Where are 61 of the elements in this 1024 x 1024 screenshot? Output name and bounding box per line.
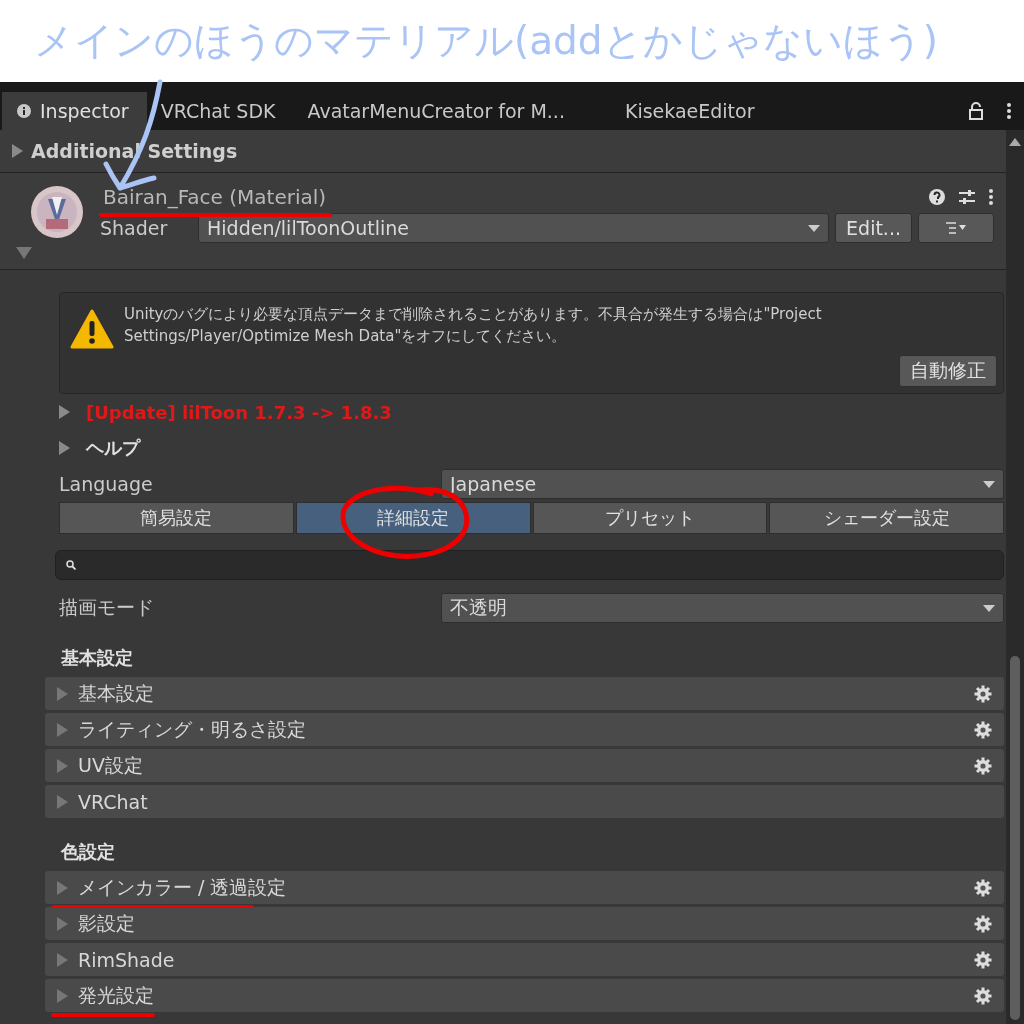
foldout-row[interactable]: RimShade	[45, 943, 1004, 976]
mode-tab[interactable]: 簡易設定	[59, 502, 294, 534]
mode-tab[interactable]: プリセット	[532, 502, 768, 534]
section-heading: 基本設定	[60, 646, 134, 670]
inspector-tab[interactable]: KisekaeEditor	[610, 92, 773, 130]
warning-text: Unityのバグにより必要な頂点データまで削除されることがあります。不具合が発生する場合は"Project Settings/Player/Optimize Mesh Data"をオフにしてください。	[124, 304, 823, 347]
inspector-tab[interactable]: Inspector	[2, 92, 147, 130]
list-menu-button[interactable]	[918, 213, 994, 243]
settings-icon[interactable]	[974, 986, 992, 1005]
settings-icon[interactable]	[974, 756, 992, 775]
field-label: Language	[59, 473, 154, 495]
expand-triangle-icon	[57, 880, 68, 895]
expand-triangle-icon	[57, 916, 68, 931]
foldout-row[interactable]: UV設定	[45, 749, 1004, 782]
expand-triangle-icon	[57, 988, 68, 1003]
settings-icon[interactable]	[974, 950, 992, 969]
settings-icon[interactable]	[974, 720, 992, 739]
warning-icon	[70, 309, 114, 349]
shader-dropdown[interactable]: Hidden/lilToonOutline	[198, 213, 830, 243]
search-field[interactable]	[55, 550, 1004, 580]
help-icon[interactable]	[928, 188, 946, 206]
settings-icon[interactable]	[974, 684, 992, 703]
more-icon[interactable]	[1006, 102, 1012, 120]
info-icon	[16, 103, 32, 119]
foldout-row[interactable]: ライティング・明るさ設定	[45, 713, 1004, 746]
language-dropdown[interactable]: Japanese	[441, 469, 1004, 499]
expand-triangle-icon	[57, 722, 68, 737]
edit-button[interactable]: Edit...	[835, 213, 912, 243]
settings-icon[interactable]	[974, 878, 992, 897]
inspector-tab[interactable]: AvatarMenuCreator for M...	[293, 92, 611, 130]
scrollbar-thumb[interactable]	[1010, 656, 1020, 1020]
more-icon[interactable]	[988, 188, 994, 206]
foldout-row[interactable]: メインカラー / 透過設定	[45, 871, 1004, 904]
render-mode-dropdown[interactable]: 不透明	[441, 593, 1004, 623]
mode-tab[interactable]: 詳細設定	[295, 502, 531, 534]
section-heading: 色設定	[60, 840, 116, 864]
collapse-triangle-icon[interactable]	[16, 247, 32, 259]
expand-triangle-icon[interactable]	[12, 144, 23, 158]
expand-triangle-icon[interactable]	[59, 405, 70, 419]
auto-fix-button[interactable]: 自動修正	[899, 355, 997, 387]
scroll-up-icon[interactable]	[1009, 138, 1021, 146]
sliders-icon[interactable]	[958, 188, 976, 206]
search-icon	[66, 560, 76, 570]
handwritten-note: メインのほうのマテリアル(addとかじゃないほう)	[34, 17, 938, 65]
expand-triangle-icon	[57, 686, 68, 701]
expand-triangle-icon	[57, 952, 68, 967]
inspector-tab[interactable]: VRChat SDK	[146, 92, 294, 130]
foldout-row[interactable]: 基本設定	[45, 677, 1004, 710]
field-label: Shader	[100, 217, 169, 239]
foldout-row[interactable]: VRChat	[45, 785, 1004, 818]
list-icon	[946, 222, 966, 234]
expand-triangle-icon[interactable]	[59, 441, 70, 455]
expand-triangle-icon	[57, 794, 68, 809]
expand-triangle-icon	[57, 758, 68, 773]
settings-icon[interactable]	[974, 914, 992, 933]
foldout-row[interactable]: 影設定	[45, 907, 1004, 940]
field-label: 描画モード	[59, 595, 155, 620]
material-name: Bairan_Face (Material)	[103, 185, 327, 209]
lock-icon[interactable]	[968, 102, 984, 120]
mode-tab[interactable]: シェーダー設定	[769, 502, 1004, 534]
help-foldout[interactable]: ヘルプ	[86, 436, 140, 460]
